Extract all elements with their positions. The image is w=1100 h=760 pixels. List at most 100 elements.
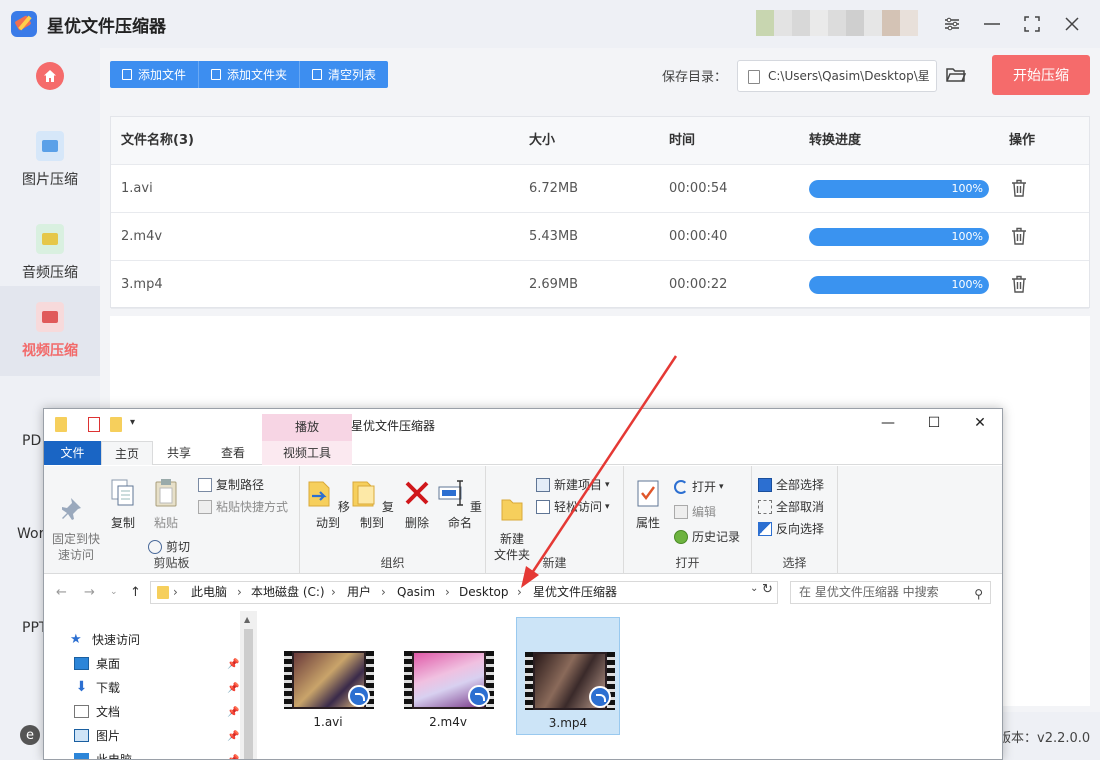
start-compress-button[interactable]: 开始压缩 — [992, 55, 1090, 95]
tab-file[interactable]: 文件 — [44, 441, 101, 465]
copy-path-button[interactable]: 复制路径 — [198, 476, 264, 493]
paste-button[interactable]: 粘贴 — [148, 478, 184, 531]
pin-icon[interactable]: 📌 — [227, 755, 239, 759]
nav-item-label: 下载 — [96, 681, 121, 695]
breadcrumb-current-folder[interactable]: 星优文件压缩器 — [533, 582, 617, 603]
explorer-search-input[interactable]: 在 星优文件压缩器 中搜索 ⚲ — [790, 581, 991, 604]
folder-icon[interactable] — [55, 417, 67, 432]
copy-button[interactable]: 复制 — [106, 478, 140, 531]
explorer-maximize-icon[interactable]: ☐ — [920, 415, 948, 435]
explorer-minimize-icon[interactable]: — — [874, 415, 902, 435]
breadcrumb-local-disk[interactable]: 本地磁盘 (C:) — [251, 582, 325, 603]
quick-access-dropdown-icon[interactable]: ▾ — [130, 417, 135, 428]
search-icon[interactable]: ⚲ — [974, 584, 983, 605]
search-placeholder: 在 星优文件压缩器 中搜索 — [799, 585, 939, 599]
tab-video-tools[interactable]: 视频工具 — [262, 441, 352, 465]
select-none-icon — [758, 499, 772, 514]
home-icon[interactable] — [36, 62, 64, 90]
breadcrumb-users[interactable]: 用户 — [347, 582, 371, 603]
new-folder-button[interactable]: 新建 文件夹 — [490, 478, 534, 563]
invert-selection-button[interactable]: 反向选择 — [758, 520, 824, 537]
history-button[interactable]: 历史记录 — [674, 528, 740, 545]
select-all-button[interactable]: 全部选择 — [758, 476, 824, 493]
nav-item-downloads[interactable]: ⬇ 下载 — [74, 679, 120, 696]
new-folder-icon[interactable] — [110, 417, 122, 432]
forward-arrow-icon[interactable]: → — [84, 585, 95, 600]
breadcrumb-this-pc[interactable]: 此电脑 — [191, 582, 227, 603]
refresh-icon[interactable]: ↻ — [762, 582, 773, 597]
pin-icon[interactable]: 📌 — [227, 731, 239, 742]
easy-access-button[interactable]: 轻松访问 ▾ — [536, 498, 610, 515]
settings-icon[interactable] — [940, 12, 964, 36]
add-file-button[interactable]: 添加文件 — [110, 61, 200, 88]
sidebar-item-word-partial[interactable]: Wor — [17, 526, 44, 542]
maximize-icon[interactable] — [1020, 12, 1044, 36]
tab-home[interactable]: 主页 — [101, 441, 153, 465]
pin-icon[interactable]: 📌 — [227, 659, 239, 670]
sidebar-item-video-compress[interactable]: 视频压缩 — [0, 286, 100, 376]
folder-icon — [211, 69, 222, 80]
scissors-icon — [148, 539, 162, 554]
ribbon-group-select: 全部选择 全部取消 反向选择 选择 — [752, 466, 838, 574]
add-file-label: 添加文件 — [138, 68, 187, 82]
pin-icon — [61, 498, 81, 520]
user-avatar[interactable] — [756, 10, 918, 36]
nav-item-quick-access[interactable]: ★ 快速访问 — [70, 631, 140, 648]
sidebar-item-audio-compress[interactable]: 音频压缩 — [0, 208, 100, 298]
back-arrow-icon[interactable]: ← — [56, 585, 67, 600]
file-item-2-m4v[interactable]: 2.m4v — [396, 617, 500, 735]
breadcrumb-qasim[interactable]: Qasim — [397, 582, 435, 603]
nav-item-this-pc[interactable]: 此电脑 — [74, 751, 132, 759]
properties-button[interactable]: 属性 — [630, 478, 666, 531]
file-item-3-mp4[interactable]: 3.mp4 — [516, 617, 620, 735]
rename-button[interactable]: 重命名 — [438, 478, 482, 531]
breadcrumb-desktop[interactable]: Desktop — [459, 582, 509, 603]
minimize-icon[interactable] — [980, 12, 1004, 36]
file-icon — [122, 69, 132, 80]
cut-button[interactable]: 剪切 — [148, 538, 190, 555]
nav-pane-scrollbar[interactable]: ▲ — [240, 611, 257, 759]
table-row[interactable]: 3.mp4 2.69MB 00:00:22 100% — [111, 261, 1089, 309]
file-item-1-avi[interactable]: 1.avi — [276, 617, 380, 735]
up-arrow-icon[interactable]: ↑ — [130, 585, 141, 600]
pin-icon[interactable]: 📌 — [227, 683, 239, 694]
file-explorer-window[interactable]: ▾ 播放 星优文件压缩器 — ☐ ✕ 文件 主页 共享 查看 视频工具 ⌃ ? … — [43, 408, 1003, 760]
move-to-button[interactable]: 移动到 — [306, 478, 350, 531]
delete-row-icon[interactable] — [1011, 275, 1027, 293]
delete-row-icon[interactable] — [1011, 179, 1027, 197]
clear-list-button[interactable]: 清空列表 — [300, 61, 389, 88]
table-row[interactable]: 2.m4v 5.43MB 00:00:40 100% — [111, 213, 1089, 261]
delete-row-icon[interactable] — [1011, 227, 1027, 245]
sidebar-item-pdf-partial[interactable]: PD — [22, 433, 41, 449]
address-history-dropdown-icon[interactable]: ⌄ — [750, 583, 758, 594]
tab-share[interactable]: 共享 — [156, 441, 202, 465]
scrollbar-thumb[interactable] — [244, 629, 253, 759]
nav-item-pictures[interactable]: 图片 — [74, 727, 120, 744]
edit-button[interactable]: 编辑 — [674, 503, 716, 520]
nav-item-desktop[interactable]: 桌面 — [74, 655, 120, 672]
delete-button[interactable]: 删除 — [400, 478, 434, 531]
pin-icon[interactable]: 📌 — [227, 707, 239, 718]
table-row[interactable]: 1.avi 6.72MB 00:00:54 100% — [111, 165, 1089, 213]
nav-item-documents[interactable]: 文档 — [74, 703, 120, 720]
close-icon[interactable] — [1060, 12, 1084, 36]
new-item-button[interactable]: 新建项目 ▾ — [536, 476, 610, 493]
address-bar[interactable]: › 此电脑 › 本地磁盘 (C:) › 用户 › Qasim › Desktop… — [150, 581, 778, 604]
open-folder-icon[interactable] — [946, 66, 967, 83]
pin-quick-access-button[interactable]: 固定到快 速访问 — [50, 478, 102, 563]
copy-to-button[interactable]: 复制到 — [350, 478, 394, 531]
select-none-button[interactable]: 全部取消 — [758, 498, 824, 515]
sidebar-item-image-compress[interactable]: 图片压缩 — [0, 115, 100, 205]
tab-view[interactable]: 查看 — [210, 441, 256, 465]
add-folder-button[interactable]: 添加文件夹 — [199, 61, 301, 88]
scroll-up-arrow-icon[interactable]: ▲ — [244, 615, 250, 624]
recent-locations-icon[interactable]: ⌄ — [110, 587, 118, 597]
play-context-tab[interactable]: 播放 — [262, 414, 352, 441]
paste-shortcut-button[interactable]: 粘贴快捷方式 — [198, 498, 288, 515]
properties-check-icon[interactable] — [88, 417, 100, 432]
open-button[interactable]: 打开 ▾ — [674, 478, 724, 495]
explorer-close-icon[interactable]: ✕ — [966, 415, 994, 435]
download-icon: ⬇ — [75, 679, 88, 695]
save-path-input[interactable]: C:\Users\Qasim\Desktop\星 — [737, 60, 937, 92]
browser-icon[interactable]: e — [20, 725, 40, 745]
